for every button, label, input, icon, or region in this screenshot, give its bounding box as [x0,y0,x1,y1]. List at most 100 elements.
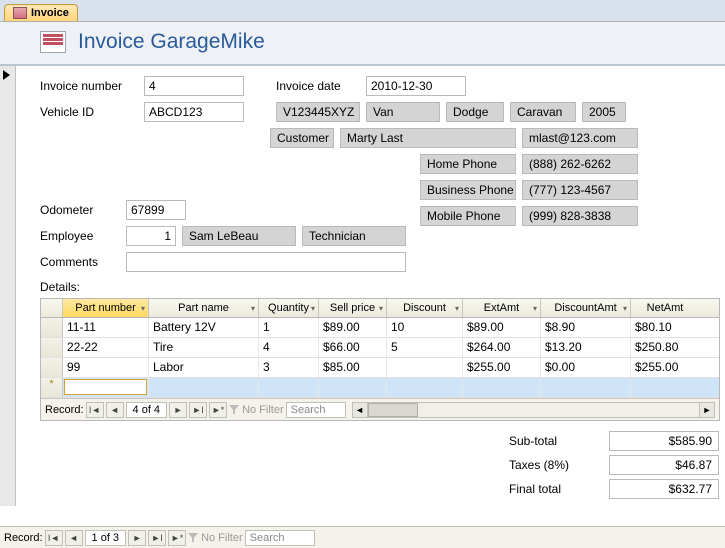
field-employee-id[interactable] [126,226,176,246]
row-selector[interactable] [41,338,63,357]
scroll-left-button[interactable]: ◄ [352,402,368,418]
label-vehicle-id: Vehicle ID [40,105,138,119]
cell-sell-price[interactable]: $85.00 [319,358,387,377]
grid-select-all[interactable] [41,299,63,317]
cell-part-name[interactable]: Tire [149,338,259,357]
cell-quantity[interactable]: 4 [259,338,319,357]
label-final-total: Final total [509,482,599,496]
col-quantity[interactable]: Quantity▾ [259,299,319,317]
main-nav-position[interactable]: 1 of 3 [85,530,127,546]
main-nav-new-button[interactable]: ►* [168,530,186,546]
col-ext-amt[interactable]: ExtAmt▾ [463,299,541,317]
label-business-phone: Business Phone [420,180,516,200]
main-nav-prev-button[interactable]: ◄ [65,530,83,546]
cell-net-amt[interactable]: $250.80 [631,338,699,357]
row-selector[interactable] [41,358,63,377]
table-row[interactable]: 11-11Battery 12V1$89.0010$89.00$8.90$80.… [41,318,719,338]
label-subtotal: Sub-total [509,434,599,448]
record-selector-bar[interactable] [0,66,16,506]
table-row[interactable]: 22-22Tire4$66.005$264.00$13.20$250.80 [41,338,719,358]
cell-part-number[interactable]: 99 [63,358,149,377]
cell-quantity[interactable]: 1 [259,318,319,337]
label-comments: Comments [40,255,120,269]
tab-invoice[interactable]: Invoice [4,4,78,21]
col-part-number[interactable]: Part number▾ [63,299,149,317]
cell-net-amt[interactable]: $80.10 [631,318,699,337]
subform-hscroll[interactable]: ◄ ► [352,402,715,418]
main-nav-no-filter[interactable]: No Filter [188,532,243,544]
nav-next-button[interactable]: ► [169,402,187,418]
field-invoice-date[interactable] [366,76,466,96]
cell-net-amt[interactable]: $255.00 [631,358,699,377]
main-nav-search-box[interactable]: Search [245,530,315,546]
tab-bar: Invoice [0,0,725,22]
field-vehicle-year: 2005 [582,102,626,122]
nav-last-button[interactable]: ►I [189,402,207,418]
form-header: Invoice GarageMike [0,22,725,66]
label-invoice-date: Invoice date [276,79,360,93]
cell-discount-amt[interactable]: $13.20 [541,338,631,357]
form-icon [13,7,27,19]
cell-discount[interactable] [387,358,463,377]
nav-new-button[interactable]: ►* [209,402,227,418]
col-discount[interactable]: Discount▾ [387,299,463,317]
field-vehicle-id[interactable] [144,102,244,122]
row-selector[interactable] [41,318,63,337]
field-customer-name: Marty Last [340,128,516,148]
field-vehicle-model: Caravan [510,102,576,122]
nav-record-label: Record: [45,404,84,416]
field-invoice-number[interactable] [144,76,244,96]
label-invoice-number: Invoice number [40,79,138,93]
col-net-amt[interactable]: NetAmt [631,299,699,317]
scroll-thumb[interactable] [368,403,418,417]
label-mobile-phone: Mobile Phone [420,206,516,226]
main-nav-last-button[interactable]: ►I [148,530,166,546]
filter-icon [229,405,239,415]
field-mobile-phone: (999) 828-3838 [522,206,638,226]
cell-discount-amt[interactable]: $0.00 [541,358,631,377]
nav-prev-button[interactable]: ◄ [106,402,124,418]
nav-position[interactable]: 4 of 4 [126,402,168,418]
cell-sell-price[interactable]: $66.00 [319,338,387,357]
col-part-name[interactable]: Part name▾ [149,299,259,317]
main-nav-first-button[interactable]: I◄ [45,530,63,546]
cell-part-name[interactable]: Battery 12V [149,318,259,337]
cell-part-number[interactable]: 22-22 [63,338,149,357]
details-subform: Part number▾ Part name▾ Quantity▾ Sell p… [40,298,720,421]
cell-part-name[interactable]: Labor [149,358,259,377]
subform-nav: Record: I◄ ◄ 4 of 4 ► ►I ►* No Filter Se… [41,398,719,420]
field-comments[interactable] [126,252,406,272]
dropdown-icon: ▾ [141,304,145,313]
cell-ext-amt[interactable]: $255.00 [463,358,541,377]
table-row[interactable]: 99Labor3$85.00 $255.00$0.00$255.00 [41,358,719,378]
label-taxes: Taxes (8%) [509,458,599,472]
col-sell-price[interactable]: Sell price▾ [319,299,387,317]
col-discount-amt[interactable]: DiscountAmt▾ [541,299,631,317]
nav-search-box[interactable]: Search [286,402,346,418]
cell-quantity[interactable]: 3 [259,358,319,377]
field-business-phone: (777) 123-4567 [522,180,638,200]
cell-discount[interactable]: 10 [387,318,463,337]
cell-ext-amt[interactable]: $89.00 [463,318,541,337]
totals-section: Sub-total $585.90 Taxes (8%) $46.87 Fina… [40,431,725,499]
field-home-phone: (888) 262-6262 [522,154,638,174]
grid-new-row[interactable]: * [41,378,719,398]
cell-ext-amt[interactable]: $264.00 [463,338,541,357]
form-header-icon [40,31,66,53]
cell-part-number[interactable]: 11-11 [63,318,149,337]
main-nav-next-button[interactable]: ► [128,530,146,546]
scroll-right-button[interactable]: ► [699,402,715,418]
field-odometer[interactable] [126,200,186,220]
label-customer: Customer [270,128,334,148]
cell-discount-amt[interactable]: $8.90 [541,318,631,337]
cell-discount[interactable]: 5 [387,338,463,357]
field-final-total: $632.77 [609,479,719,499]
new-part-number-cell[interactable] [64,379,147,395]
cell-sell-price[interactable]: $89.00 [319,318,387,337]
field-employee-name: Sam LeBeau [182,226,296,246]
label-details: Details: [40,280,80,294]
label-odometer: Odometer [40,203,120,217]
form-body: Invoice number Invoice date Vehicle ID V… [0,66,725,506]
nav-first-button[interactable]: I◄ [86,402,104,418]
nav-no-filter[interactable]: No Filter [229,404,284,416]
